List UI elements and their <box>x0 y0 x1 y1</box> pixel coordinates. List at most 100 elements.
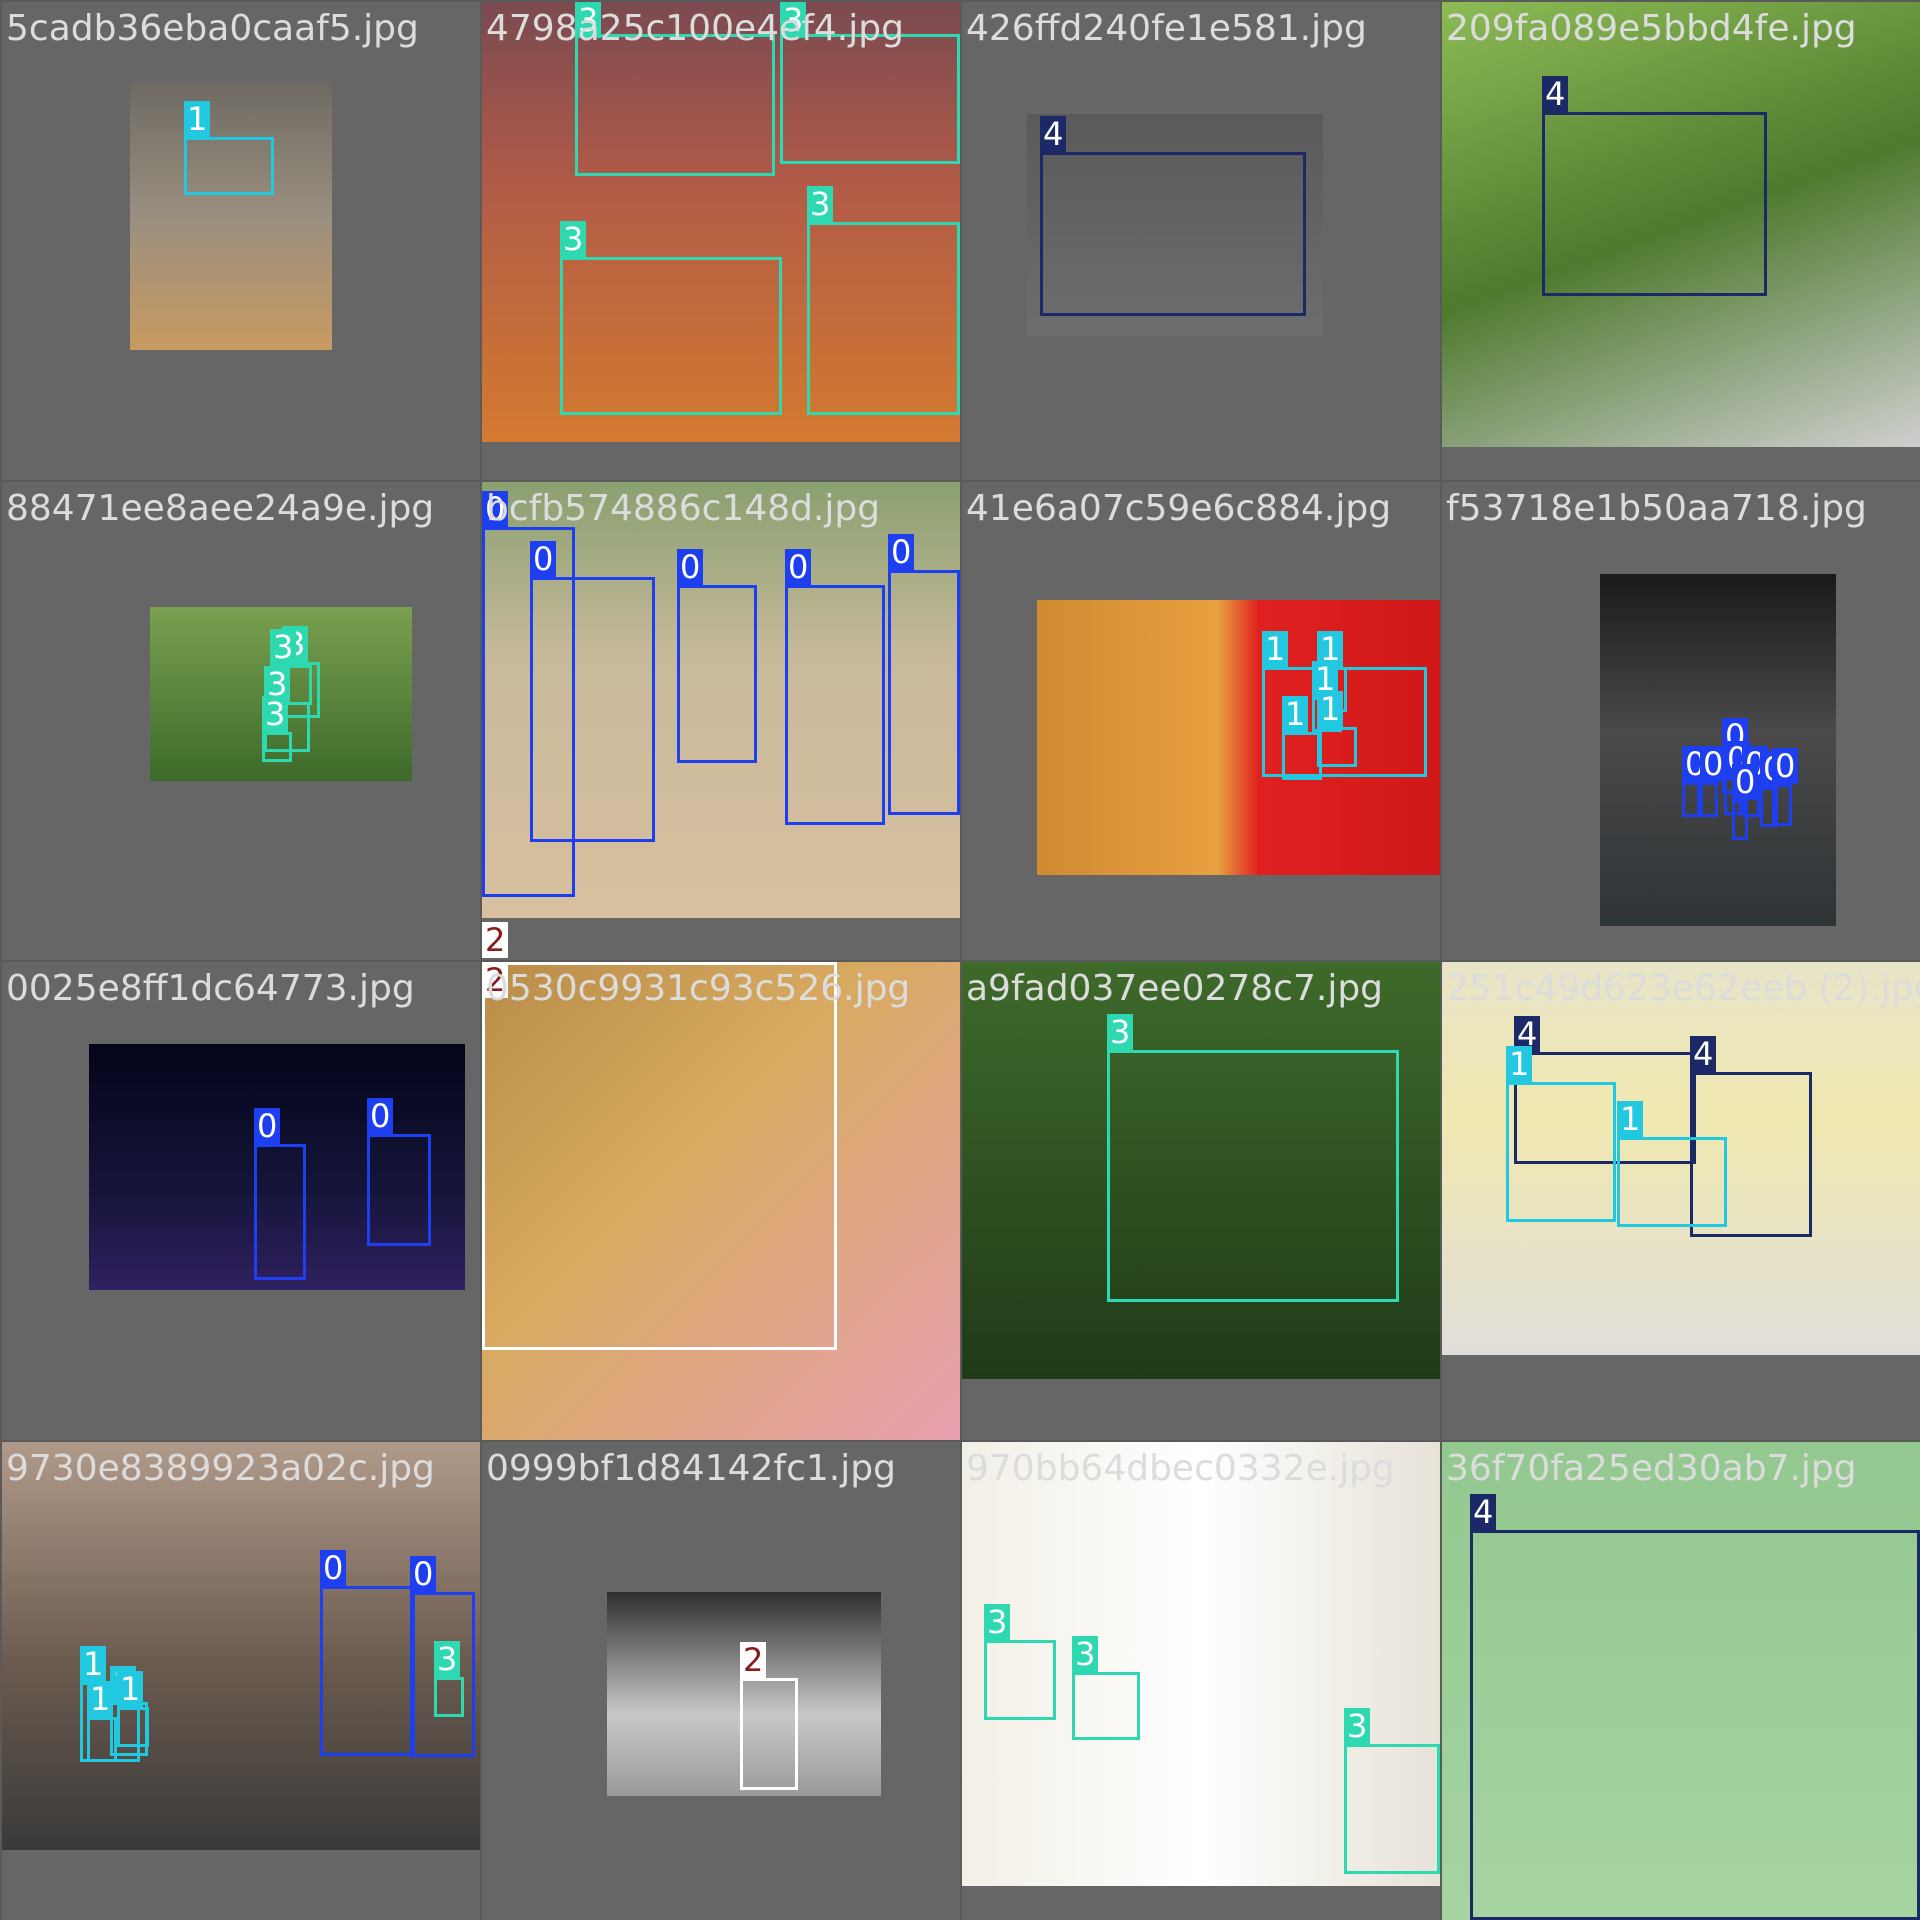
mosaic-tile: 4 36f70fa25ed30ab7.jpg <box>1442 1442 1920 1920</box>
bounding-box <box>780 34 960 164</box>
tile-image <box>130 82 332 350</box>
bounding-box <box>1732 800 1748 840</box>
mosaic-tile: 4 4 1 1 251c49d623e62eeb (2).jpg <box>1442 962 1920 1440</box>
class-label: 0 <box>530 541 557 577</box>
mosaic-tile: 2 0999bf1d84142fc1.jpg <box>482 1442 960 1920</box>
class-label: 3 <box>262 696 289 732</box>
class-label: 3 <box>560 221 587 257</box>
class-label: 0 <box>1700 746 1727 782</box>
mosaic-tile: 3 a9fad037ee0278c7.jpg <box>962 962 1440 1440</box>
class-label: 3 <box>984 1604 1011 1640</box>
mosaic-tile: 333388471ee8aee24a9e.jpg <box>2 482 480 960</box>
mosaic-tile: 00000000f53718e1b50aa718.jpg <box>1442 482 1920 960</box>
class-label: 0 <box>320 1550 347 1586</box>
class-label: 1 <box>184 101 211 137</box>
class-label: 0 <box>1732 764 1759 800</box>
bounding-box <box>807 222 960 415</box>
class-label: 0 <box>1772 748 1799 784</box>
bounding-box <box>434 1677 464 1717</box>
bounding-box <box>1617 1137 1727 1227</box>
bounding-box <box>575 34 775 176</box>
class-label: 3 <box>1072 1636 1099 1672</box>
mosaic-tile: 3 3 3 970bb64dbec0332e.jpg <box>962 1442 1440 1920</box>
class-label: 2 <box>482 922 509 958</box>
bounding-box <box>530 577 655 842</box>
bounding-box <box>482 962 837 1350</box>
mosaic-tile: 4 426ffd240fe1e581.jpg <box>962 2 1440 480</box>
bounding-box <box>1772 784 1792 826</box>
mosaic-tile: 1 5cadb36eba0caaf5.jpg <box>2 2 480 480</box>
filename-label: 209fa089e5bbd4fe.jpg <box>1446 8 1857 49</box>
bounding-box <box>1282 732 1322 780</box>
bounding-box <box>1107 1050 1399 1302</box>
bounding-box <box>1072 1672 1140 1740</box>
class-label: 1 <box>1617 1101 1644 1137</box>
class-label: 3 <box>807 186 834 222</box>
class-label: 1 <box>1282 696 1309 732</box>
mosaic-grid: 1 5cadb36eba0caaf5.jpg 3 3 3 3 4798a25c100e4ef… <box>0 0 1920 1920</box>
bounding-box <box>1700 782 1718 817</box>
class-label: 3 <box>1344 1708 1371 1744</box>
class-label: 0 <box>410 1556 437 1592</box>
bounding-box <box>117 1707 149 1747</box>
mosaic-tile: 0 0 0025e8ff1dc64773.jpg <box>2 962 480 1440</box>
class-label: 4 <box>1040 116 1067 152</box>
bounding-box <box>254 1144 306 1280</box>
class-label: 4 <box>1470 1494 1497 1530</box>
bounding-box <box>1542 112 1767 296</box>
class-label: 4 <box>1690 1036 1717 1072</box>
class-label: 3 <box>1107 1014 1134 1050</box>
class-label: 2 <box>740 1642 767 1678</box>
class-label: 1 <box>87 1681 114 1717</box>
bounding-box <box>1506 1082 1616 1222</box>
class-label: 1 <box>1317 691 1344 727</box>
filename-label: 36f70fa25ed30ab7.jpg <box>1446 1448 1857 1489</box>
bounding-box <box>1344 1744 1440 1874</box>
class-label: 1 <box>117 1671 144 1707</box>
filename-label: bcfb574886c148d.jpg <box>486 488 881 529</box>
filename-label: 4798a25c100e4ef4.jpg <box>486 8 904 49</box>
mosaic-tile: 00311119730e8389923a02c.jpg <box>2 1442 480 1920</box>
bounding-box <box>677 585 757 763</box>
bounding-box <box>740 1678 798 1790</box>
class-label: 0 <box>888 534 915 570</box>
bounding-box <box>184 137 274 195</box>
class-label: 0 <box>785 549 812 585</box>
bounding-box <box>1470 1530 1920 1920</box>
class-label: 3 <box>434 1641 461 1677</box>
mosaic-tile: 2 0530c9931c93c526.jpg <box>482 962 960 1440</box>
bounding-box <box>1682 782 1700 817</box>
bounding-box <box>367 1134 431 1246</box>
bounding-box <box>1317 727 1357 767</box>
class-label: 0 <box>677 549 704 585</box>
class-label: 1 <box>1262 631 1289 667</box>
mosaic-tile: 4 209fa089e5bbd4fe.jpg <box>1442 2 1920 480</box>
filename-label: 88471ee8aee24a9e.jpg <box>6 488 435 529</box>
class-label: 1 <box>80 1646 107 1682</box>
filename-label: 9730e8389923a02c.jpg <box>6 1448 435 1489</box>
filename-label: 0025e8ff1dc64773.jpg <box>6 968 415 1009</box>
bounding-box <box>888 570 960 815</box>
filename-label: 0999bf1d84142fc1.jpg <box>486 1448 896 1489</box>
filename-label: 5cadb36eba0caaf5.jpg <box>6 8 419 49</box>
filename-label: a9fad037ee0278c7.jpg <box>966 968 1384 1009</box>
bounding-box <box>320 1586 415 1756</box>
bounding-box <box>1040 152 1306 316</box>
class-label: 4 <box>1542 76 1569 112</box>
filename-label: 426ffd240fe1e581.jpg <box>966 8 1367 49</box>
filename-label: 251c49d623e62eeb (2).jpg <box>1446 968 1920 1009</box>
bounding-box <box>560 257 782 415</box>
class-label: 0 <box>367 1098 394 1134</box>
class-label: 3 <box>270 629 297 665</box>
filename-label: 0530c9931c93c526.jpg <box>486 968 911 1009</box>
bounding-box <box>262 732 292 762</box>
filename-label: 41e6a07c59e6c884.jpg <box>966 488 1392 529</box>
filename-label: f53718e1b50aa718.jpg <box>1446 488 1867 529</box>
filename-label: 970bb64dbec0332e.jpg <box>966 1448 1395 1489</box>
mosaic-tile: 0 0 0 0 0 2 bcfb574886c148d.jpg <box>482 482 960 960</box>
bounding-box <box>984 1640 1056 1720</box>
mosaic-tile: 1 1 1 1 1 41e6a07c59e6c884.jpg <box>962 482 1440 960</box>
bounding-box <box>785 585 885 825</box>
bounding-box <box>87 1717 117 1762</box>
mosaic-tile: 3 3 3 3 4798a25c100e4ef4.jpg <box>482 2 960 480</box>
